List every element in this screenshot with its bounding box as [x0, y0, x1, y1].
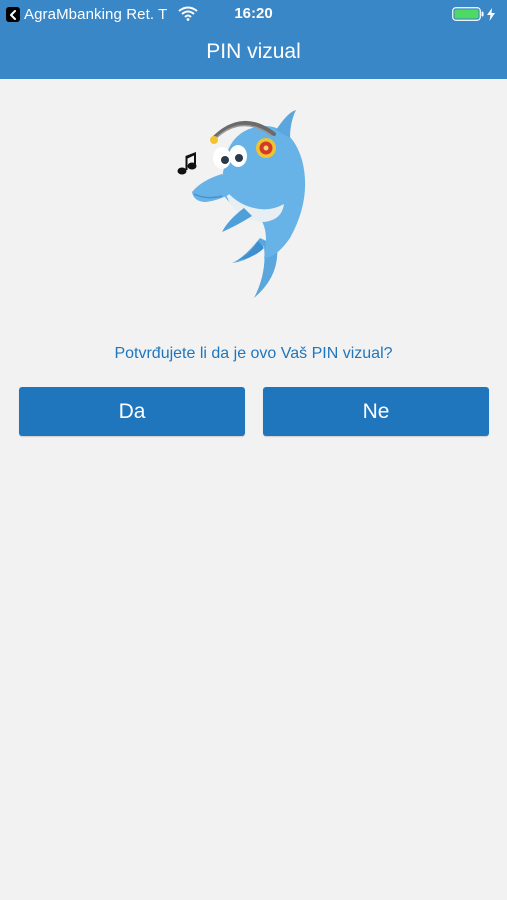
status-time: 16:20	[234, 5, 273, 22]
music-note-icon	[177, 152, 197, 175]
no-button[interactable]: Ne	[263, 387, 489, 436]
yes-button[interactable]: Da	[19, 387, 245, 436]
page-title: PIN vizual	[206, 40, 301, 63]
yes-button-label: Da	[118, 399, 146, 423]
battery-indicator	[452, 7, 495, 21]
confirm-question: Potvrđujete li da je ovo Vaš PIN vizual?	[114, 345, 393, 362]
battery-icon	[452, 7, 484, 21]
no-button-label: Ne	[362, 399, 390, 423]
pin-visual-confirm-screen: AgraMbanking Ret. T 16:20 PIN vizual Pot…	[0, 0, 507, 900]
dolphin-with-headphones-image	[177, 110, 306, 298]
status-bar: AgraMbanking Ret. T 16:20	[0, 0, 507, 28]
bolt-icon	[487, 7, 495, 21]
header-bar: AgraMbanking Ret. T 16:20 PIN vizual	[0, 0, 507, 79]
